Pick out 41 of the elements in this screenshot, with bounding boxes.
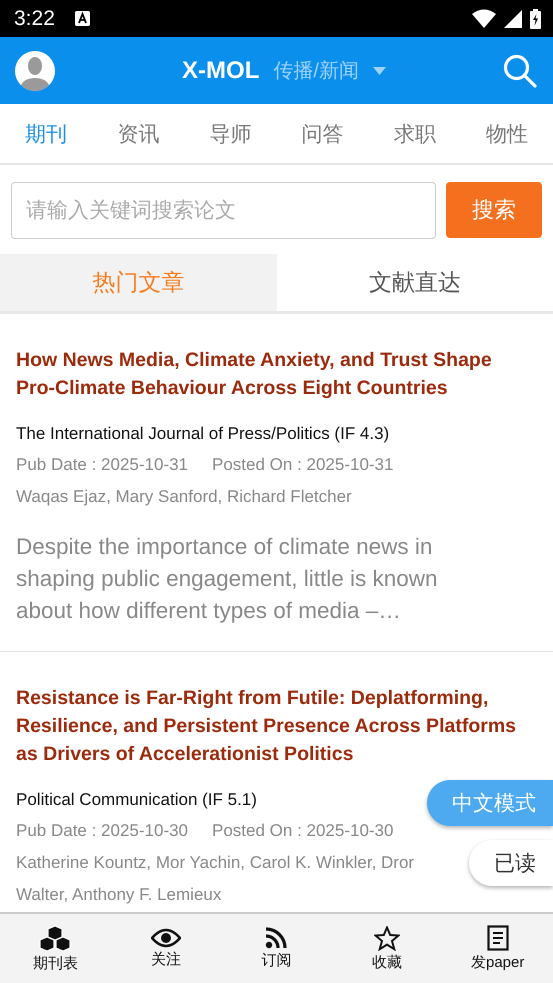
bottom-nav-item[interactable]: 关注: [110, 914, 222, 983]
eye-icon: [150, 928, 181, 948]
status-time: 3:22: [14, 6, 55, 30]
nav-tab[interactable]: 期刊: [0, 104, 92, 163]
rss-icon: [265, 927, 288, 949]
signal-icon: [504, 10, 522, 28]
journal-name: Political Communication (IF 5.1): [16, 790, 257, 810]
wifi-icon: [472, 9, 496, 28]
search-icon[interactable]: [503, 54, 537, 88]
bottom-nav-item[interactable]: 发paper: [442, 914, 553, 983]
bottom-nav-item[interactable]: 订阅: [221, 914, 332, 983]
notification-icon: [74, 11, 90, 26]
pub-date: Pub Date : 2025-10-31: [16, 455, 188, 475]
article-title[interactable]: How News Media, Climate Anxiety, and Trust Shape Pro-Climate Behaviour Across Eight Countries: [16, 346, 528, 402]
article-title[interactable]: Resistance is Far-Right from Futile: Deplatforming, Resilience, and Persistent Presence Across Platforms as Drivers of Accelerationist Politics: [16, 684, 528, 768]
article-authors: Katherine Kountz, Mor Yachin, Carol K. Winkler, Dror Walter, Anthony F. Lemieux: [16, 852, 416, 906]
search-button[interactable]: 搜索: [446, 182, 542, 238]
journal-name: The International Journal of Press/Politics (IF 4.3): [16, 424, 390, 444]
posted-date: Posted On : 2025-10-30: [212, 821, 394, 841]
article-abstract: Despite the importance of climate news in shaping public engagement, little is known about how different types of media –…: [16, 533, 439, 625]
posted-date: Posted On : 2025-10-31: [212, 455, 394, 475]
app-logo: X-MOL: [182, 56, 260, 84]
read-filter-button[interactable]: 已读: [469, 840, 553, 886]
bottom-nav-item[interactable]: 收藏: [332, 914, 442, 983]
pub-date: Pub Date : 2025-10-30: [16, 821, 188, 841]
bottom-nav-item[interactable]: 期刊表: [0, 914, 111, 983]
caret-icon: [372, 66, 386, 74]
document-icon: [486, 925, 509, 951]
star-icon: [374, 926, 400, 950]
cubes-icon: [38, 924, 72, 952]
language-mode-button[interactable]: 中文模式: [427, 780, 553, 826]
article-authors: Waqas Ejaz, Mary Sanford, Richard Fletcher: [16, 486, 353, 508]
battery-icon: [530, 8, 541, 28]
nav-tab[interactable]: 问答: [276, 104, 369, 163]
nav-tab[interactable]: 导师: [184, 104, 277, 163]
segment-tab[interactable]: 热门文章: [0, 254, 276, 311]
search-field[interactable]: 请输入关键词搜索论文: [11, 182, 436, 239]
nav-tab[interactable]: 物性: [460, 104, 553, 163]
avatar-icon[interactable]: [15, 50, 55, 90]
nav-tab[interactable]: 资讯: [92, 104, 184, 163]
nav-tab[interactable]: 求职: [368, 104, 461, 163]
